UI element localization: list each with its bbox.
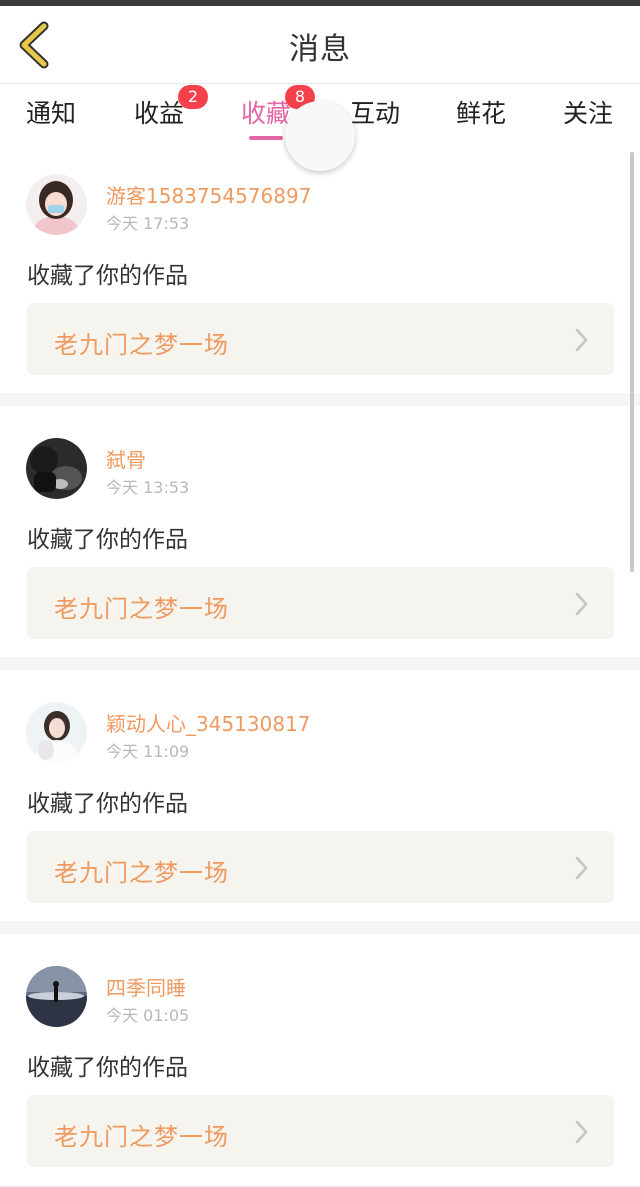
tab-label: 关注 xyxy=(562,99,613,128)
work-link[interactable]: 老九门之梦一场 xyxy=(27,567,614,639)
tab-label: 通知 xyxy=(25,99,76,128)
avatar[interactable] xyxy=(26,438,87,499)
username[interactable]: 四季同睡 xyxy=(106,972,186,1001)
tab-label: 鲜花 xyxy=(455,99,506,128)
tab-earnings[interactable]: 收益 2 xyxy=(114,85,208,130)
avatar[interactable] xyxy=(26,174,87,235)
avatar[interactable] xyxy=(26,702,87,763)
earnings-count-badge: 2 xyxy=(178,85,208,109)
chevron-right-icon xyxy=(575,1120,588,1144)
avatar-image xyxy=(26,174,87,235)
avatar-image xyxy=(26,438,87,499)
timestamp: 今天 13:53 xyxy=(106,478,190,497)
message-list[interactable]: 游客1583754576897 今天 17:53 收藏了你的作品 老九门之梦一场… xyxy=(0,142,640,1187)
tab-label: 收藏 xyxy=(240,99,291,128)
tab-label: 互动 xyxy=(349,99,400,128)
action-text: 收藏了你的作品 xyxy=(27,791,188,817)
action-text: 收藏了你的作品 xyxy=(27,263,188,289)
action-text: 收藏了你的作品 xyxy=(27,527,188,553)
chevron-right-icon xyxy=(575,328,588,352)
scrollbar[interactable] xyxy=(630,152,634,572)
avatar-image xyxy=(26,702,87,763)
work-title: 老九门之梦一场 xyxy=(54,331,229,359)
touch-indicator xyxy=(285,101,355,171)
work-link[interactable]: 老九门之梦一场 xyxy=(27,831,614,903)
page-title: 消息 xyxy=(289,32,351,67)
list-item: 游客1583754576897 今天 17:53 收藏了你的作品 老九门之梦一场 xyxy=(0,142,640,393)
work-title: 老九门之梦一场 xyxy=(54,595,229,623)
avatar[interactable] xyxy=(26,966,87,1027)
work-link[interactable]: 老九门之梦一场 xyxy=(27,303,614,375)
work-title: 老九门之梦一场 xyxy=(54,1123,229,1151)
tab-follows[interactable]: 关注 xyxy=(543,94,633,130)
timestamp: 今天 11:09 xyxy=(106,742,190,761)
timestamp: 今天 01:05 xyxy=(106,1006,190,1025)
username[interactable]: 游客1583754576897 xyxy=(106,180,311,209)
active-tab-indicator xyxy=(249,136,283,140)
header: 消息 xyxy=(0,6,640,84)
tab-notifications[interactable]: 通知 xyxy=(6,94,96,130)
username[interactable]: 颖动人心_345130817 xyxy=(106,708,311,737)
work-title: 老九门之梦一场 xyxy=(54,859,229,887)
tab-label: 收益 xyxy=(133,99,184,128)
action-text: 收藏了你的作品 xyxy=(27,1055,188,1081)
chevron-right-icon xyxy=(575,856,588,880)
avatar-image xyxy=(26,966,87,1027)
chevron-right-icon xyxy=(575,592,588,616)
list-item: 四季同睡 今天 01:05 收藏了你的作品 老九门之梦一场 xyxy=(0,934,640,1185)
work-link[interactable]: 老九门之梦一场 xyxy=(27,1095,614,1167)
list-item: 颖动人心_345130817 今天 11:09 收藏了你的作品 老九门之梦一场 xyxy=(0,670,640,921)
username[interactable]: 弑骨 xyxy=(106,444,146,473)
list-item: 弑骨 今天 13:53 收藏了你的作品 老九门之梦一场 xyxy=(0,406,640,657)
timestamp: 今天 17:53 xyxy=(106,214,190,233)
tab-flowers[interactable]: 鲜花 xyxy=(436,94,526,130)
